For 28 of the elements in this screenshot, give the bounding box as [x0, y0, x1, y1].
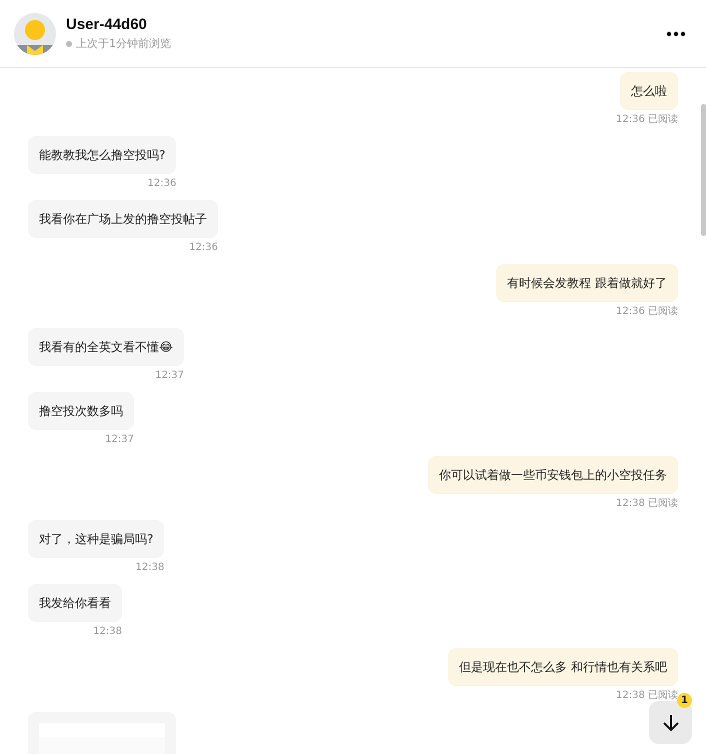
message-time: 12:38 已阅读 [616, 497, 678, 510]
message-time: 12:36 已阅读 [616, 305, 678, 318]
message-time: 12:36 已阅读 [616, 113, 678, 126]
more-icon[interactable] [666, 30, 686, 36]
arrow-down-icon [662, 712, 680, 732]
message-bubble: 我看有的全英文看不懂😂 [28, 328, 184, 366]
last-seen-text: 上次于1分钟前浏览 [76, 36, 171, 51]
message-bubble: 能教教我怎么撸空投吗? [28, 136, 176, 174]
message-time: 12:38 [93, 625, 122, 638]
message-bubble: 我看你在广场上发的撸空投帖子 [28, 200, 218, 238]
message-time: 12:36 [148, 177, 176, 190]
message-bubble: 我发给你看看 [28, 584, 122, 622]
message-time: 12:36 [189, 241, 218, 254]
scroll-down-button[interactable] [649, 701, 692, 744]
message-bubble: 有时候会发教程 跟着做就好了 [496, 264, 678, 302]
message-time: 12:37 [155, 369, 184, 382]
message-time: 12:38 已阅读 [616, 689, 678, 702]
message-bubble: 撸空投次数多吗 [28, 392, 134, 430]
message-time: 12:38 [136, 561, 164, 574]
message-bubble: 但是现在也不怎么多 和行情也有关系吧 [448, 648, 678, 686]
message-bubble: 你可以试着做一些币安钱包上的小空投任务 [428, 456, 678, 494]
avatar-icon [14, 12, 56, 54]
user-name: User-44d60 [66, 16, 148, 33]
message-time: 12:37 [105, 433, 134, 446]
message-bubble: 怎么啦 [620, 72, 678, 110]
message-bubble: 对了，这种是骗局吗? [28, 520, 164, 558]
unread-badge: 1 [677, 693, 692, 708]
scrollbar[interactable] [701, 104, 706, 236]
